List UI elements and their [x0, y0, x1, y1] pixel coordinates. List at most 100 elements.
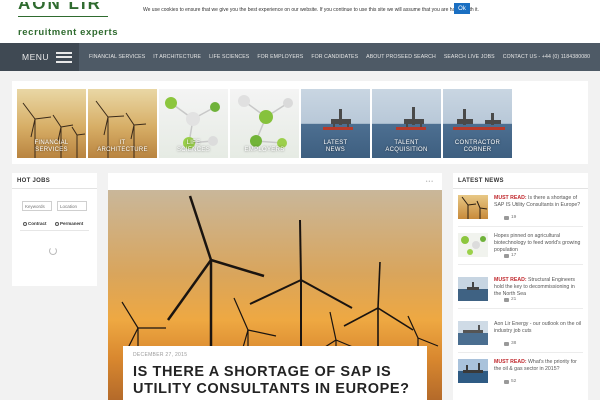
- divider: [458, 352, 583, 353]
- must-read-badge: MUST READ:: [494, 195, 527, 201]
- location-input[interactable]: [57, 201, 87, 211]
- news-item[interactable]: MUST READ: Is there a shortage of SAP IS…: [458, 195, 583, 230]
- cookie-banner: We use cookies to ensure that we give yo…: [143, 3, 479, 16]
- tile-contractor-corner[interactable]: CONTRACTOR CORNER: [443, 89, 512, 158]
- nav-item-contact[interactable]: CONTACT US - +44 (0) 1184380080: [503, 54, 590, 60]
- news-thumbnail: [458, 359, 488, 383]
- article-toolbar: •••: [108, 173, 442, 190]
- news-text: Hopes pinned on agricultural biotechnolo…: [494, 233, 582, 254]
- latest-news-panel: LATEST NEWS MUST READ: Is there a shorta…: [453, 173, 588, 400]
- comment-count: 21: [504, 297, 516, 302]
- logo-divider: [18, 16, 108, 17]
- tile-financial-services[interactable]: FINANCIAL SERVICES: [17, 89, 86, 158]
- tile-employers[interactable]: EMPLOYERS: [230, 89, 299, 158]
- divider: [453, 188, 588, 189]
- article-date: DECEMBER 27, 2015: [133, 352, 188, 358]
- menu-label: MENU: [22, 52, 50, 62]
- nav-item-for-employers[interactable]: FOR EMPLOYERS: [257, 54, 303, 60]
- contract-label: Contract: [28, 221, 47, 226]
- tile-talent-acquisition[interactable]: TALENT ACQUISITION: [372, 89, 441, 158]
- news-thumbnail: [458, 321, 488, 345]
- logo[interactable]: AON LIR: [18, 2, 106, 16]
- hot-jobs-panel: HOT JOBS Contract Permanent: [12, 173, 97, 286]
- news-item[interactable]: MUST READ: What's the priority for the o…: [458, 359, 583, 394]
- divider: [20, 230, 89, 231]
- divider: [458, 226, 583, 227]
- hamburger-icon: [56, 51, 73, 63]
- comment-icon: [504, 215, 509, 220]
- news-thumbnail: [458, 277, 488, 301]
- comment-count: 38: [504, 341, 516, 346]
- tile-latest-news[interactable]: LATEST NEWS: [301, 89, 370, 158]
- article-hero-image[interactable]: DECEMBER 27, 2015 IS THERE A SHORTAGE OF…: [108, 190, 442, 400]
- comment-icon: [504, 379, 509, 384]
- must-read-badge: MUST READ:: [494, 277, 527, 283]
- nav-item-life-sciences[interactable]: LIFE SCIENCES: [209, 54, 249, 60]
- tile-it-architecture[interactable]: IT ARCHITECTURE: [88, 89, 157, 158]
- divider: [458, 264, 583, 265]
- loading-spinner-icon: [49, 247, 57, 255]
- news-text: MUST READ: Structural Engineers hold the…: [494, 277, 582, 298]
- article-card: DECEMBER 27, 2015 IS THERE A SHORTAGE OF…: [123, 346, 427, 400]
- news-item[interactable]: Aon Lir Energy - our outlook on the oil …: [458, 321, 583, 356]
- comment-count: 52: [504, 379, 516, 384]
- logo-tagline: recruitment experts: [18, 27, 119, 38]
- comment-count-value: 52: [511, 379, 517, 384]
- oil-rig-icon: [467, 282, 479, 290]
- comment-count-value: 38: [511, 341, 517, 346]
- news-text: MUST READ: What's the priority for the o…: [494, 359, 582, 373]
- news-item[interactable]: MUST READ: Structural Engineers hold the…: [458, 277, 583, 312]
- main-nav: MENU FINANCIAL SERVICES IT ARCHITECTURE …: [0, 43, 600, 71]
- tile-life-sciences[interactable]: LIFE SCIENCES: [159, 89, 228, 158]
- tile-label: LIFE SCIENCES: [176, 140, 211, 153]
- article-title[interactable]: IS THERE A SHORTAGE OF SAP IS UTILITY CO…: [133, 364, 423, 398]
- nav-item-it-architecture[interactable]: IT ARCHITECTURE: [153, 54, 201, 60]
- nav-item-about[interactable]: ABOUT PROSEED SEARCH: [366, 54, 436, 60]
- cookie-ok-button[interactable]: Ok: [454, 3, 470, 14]
- permanent-label: Permanent: [60, 221, 84, 226]
- comment-count: 17: [504, 253, 516, 258]
- radio-icon: [55, 221, 59, 226]
- must-read-badge: MUST READ:: [494, 359, 527, 365]
- news-text: Aon Lir Energy - our outlook on the oil …: [494, 321, 582, 335]
- radio-icon: [23, 221, 27, 226]
- nav-item-for-candidates[interactable]: FOR CANDIDATES: [311, 54, 358, 60]
- oil-rig-icon: [463, 325, 483, 333]
- tile-label: LATEST NEWS: [323, 140, 348, 153]
- oil-rig-icon: [463, 363, 483, 373]
- permanent-radio[interactable]: Permanent: [55, 221, 83, 226]
- divider: [12, 188, 97, 189]
- news-text: MUST READ: Is there a shortage of SAP IS…: [494, 195, 582, 209]
- tile-label: FINANCIAL SERVICES: [34, 140, 69, 153]
- news-item[interactable]: Hopes pinned on agricultural biotechnolo…: [458, 233, 583, 268]
- comment-count: 19: [504, 215, 516, 220]
- comment-count-value: 19: [511, 215, 517, 220]
- nav-items: FINANCIAL SERVICES IT ARCHITECTURE LIFE …: [79, 54, 598, 60]
- more-options-icon[interactable]: •••: [426, 179, 434, 185]
- site-header: AON LIR recruitment experts We use cooki…: [0, 0, 600, 43]
- menu-toggle[interactable]: MENU: [0, 43, 79, 71]
- tile-label: EMPLOYERS: [244, 147, 285, 153]
- keywords-input[interactable]: [22, 201, 52, 211]
- comment-icon: [504, 341, 509, 346]
- comment-count-value: 17: [511, 253, 517, 258]
- news-headline: Aon Lir Energy - our outlook on the oil …: [494, 321, 582, 334]
- divider: [458, 308, 583, 309]
- logo-wordmark: AON LIR: [18, 2, 102, 13]
- news-thumbnail: [458, 195, 488, 219]
- comment-icon: [504, 297, 509, 302]
- nav-item-search-jobs[interactable]: SEARCH LIVE JOBS: [444, 54, 495, 60]
- tile-label: TALENT ACQUISITION: [385, 140, 428, 153]
- tile-label: CONTRACTOR CORNER: [454, 140, 501, 153]
- nav-item-financial-services[interactable]: FINANCIAL SERVICES: [89, 54, 145, 60]
- hot-jobs-title: HOT JOBS: [17, 178, 51, 184]
- molecule-icon: [461, 236, 486, 255]
- contract-radio[interactable]: Contract: [23, 221, 47, 226]
- tile-label: IT ARCHITECTURE: [97, 140, 148, 153]
- cookie-text: We use cookies to ensure that we give yo…: [143, 7, 479, 13]
- comment-count-value: 21: [511, 297, 517, 302]
- wind-turbine-icon: [461, 196, 488, 219]
- category-tiles: FINANCIAL SERVICES IT ARCHITECTURE LIFE …: [12, 81, 588, 164]
- comment-icon: [504, 253, 509, 258]
- latest-news-title: LATEST NEWS: [458, 178, 504, 184]
